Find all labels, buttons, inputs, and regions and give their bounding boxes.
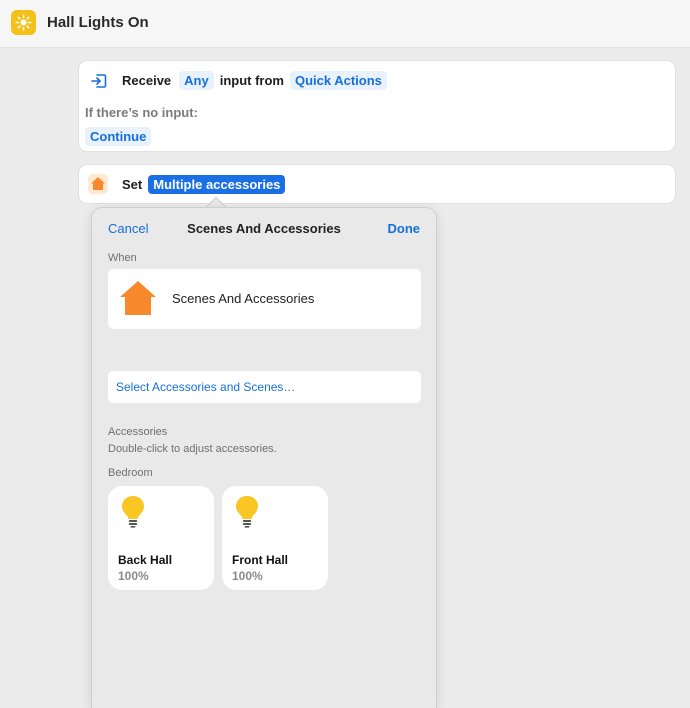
set-home-action[interactable]: Set Multiple accessories — [78, 164, 676, 204]
home-icon — [87, 173, 109, 200]
popover-title: Scenes And Accessories — [187, 221, 341, 236]
when-scene-row[interactable]: Scenes And Accessories — [108, 269, 421, 329]
accessory-tile-back-hall[interactable]: Back Hall 100% — [108, 486, 214, 590]
accessory-value: 100% — [118, 569, 149, 583]
input-source-token[interactable]: Quick Actions — [289, 71, 387, 90]
receive-input-action[interactable]: Receive Any input from Quick Actions If … — [78, 60, 676, 152]
receive-icon — [90, 72, 108, 95]
room-label: Bedroom — [108, 467, 153, 479]
window-title: Hall Lights On — [47, 14, 149, 31]
done-button[interactable]: Done — [388, 221, 421, 236]
popover-header: Cancel Scenes And Accessories Done — [92, 208, 436, 248]
no-input-behavior-token[interactable]: Continue — [85, 127, 152, 146]
accessories-hint: Double-click to adjust accessories. — [108, 443, 277, 455]
receive-label: Receive — [122, 73, 172, 88]
lightbulb-icon — [120, 494, 146, 533]
title-bar: Hall Lights On — [0, 0, 690, 48]
lightbulb-icon — [234, 494, 260, 533]
input-from-label: input from — [219, 73, 284, 88]
accessories-token[interactable]: Multiple accessories — [148, 175, 286, 194]
accessory-tile-front-hall[interactable]: Front Hall 100% — [222, 486, 328, 590]
when-scene-label: Scenes And Accessories — [172, 291, 315, 306]
input-type-token[interactable]: Any — [179, 71, 214, 90]
no-input-label: If there’s no input: — [85, 105, 198, 120]
accessory-value: 100% — [232, 569, 263, 583]
home-icon — [118, 279, 158, 322]
when-label: When — [108, 252, 137, 264]
set-label: Set — [122, 177, 143, 192]
accessory-name: Back Hall — [118, 553, 173, 567]
select-accessories-link[interactable]: Select Accessories and Scenes… — [116, 380, 295, 394]
scenes-accessories-popover: Cancel Scenes And Accessories Done When … — [91, 207, 437, 708]
accessory-name: Front Hall — [232, 553, 288, 567]
select-accessories-button[interactable]: Select Accessories and Scenes… — [108, 371, 421, 403]
accessories-label: Accessories — [108, 426, 168, 438]
sun-icon — [11, 10, 36, 35]
